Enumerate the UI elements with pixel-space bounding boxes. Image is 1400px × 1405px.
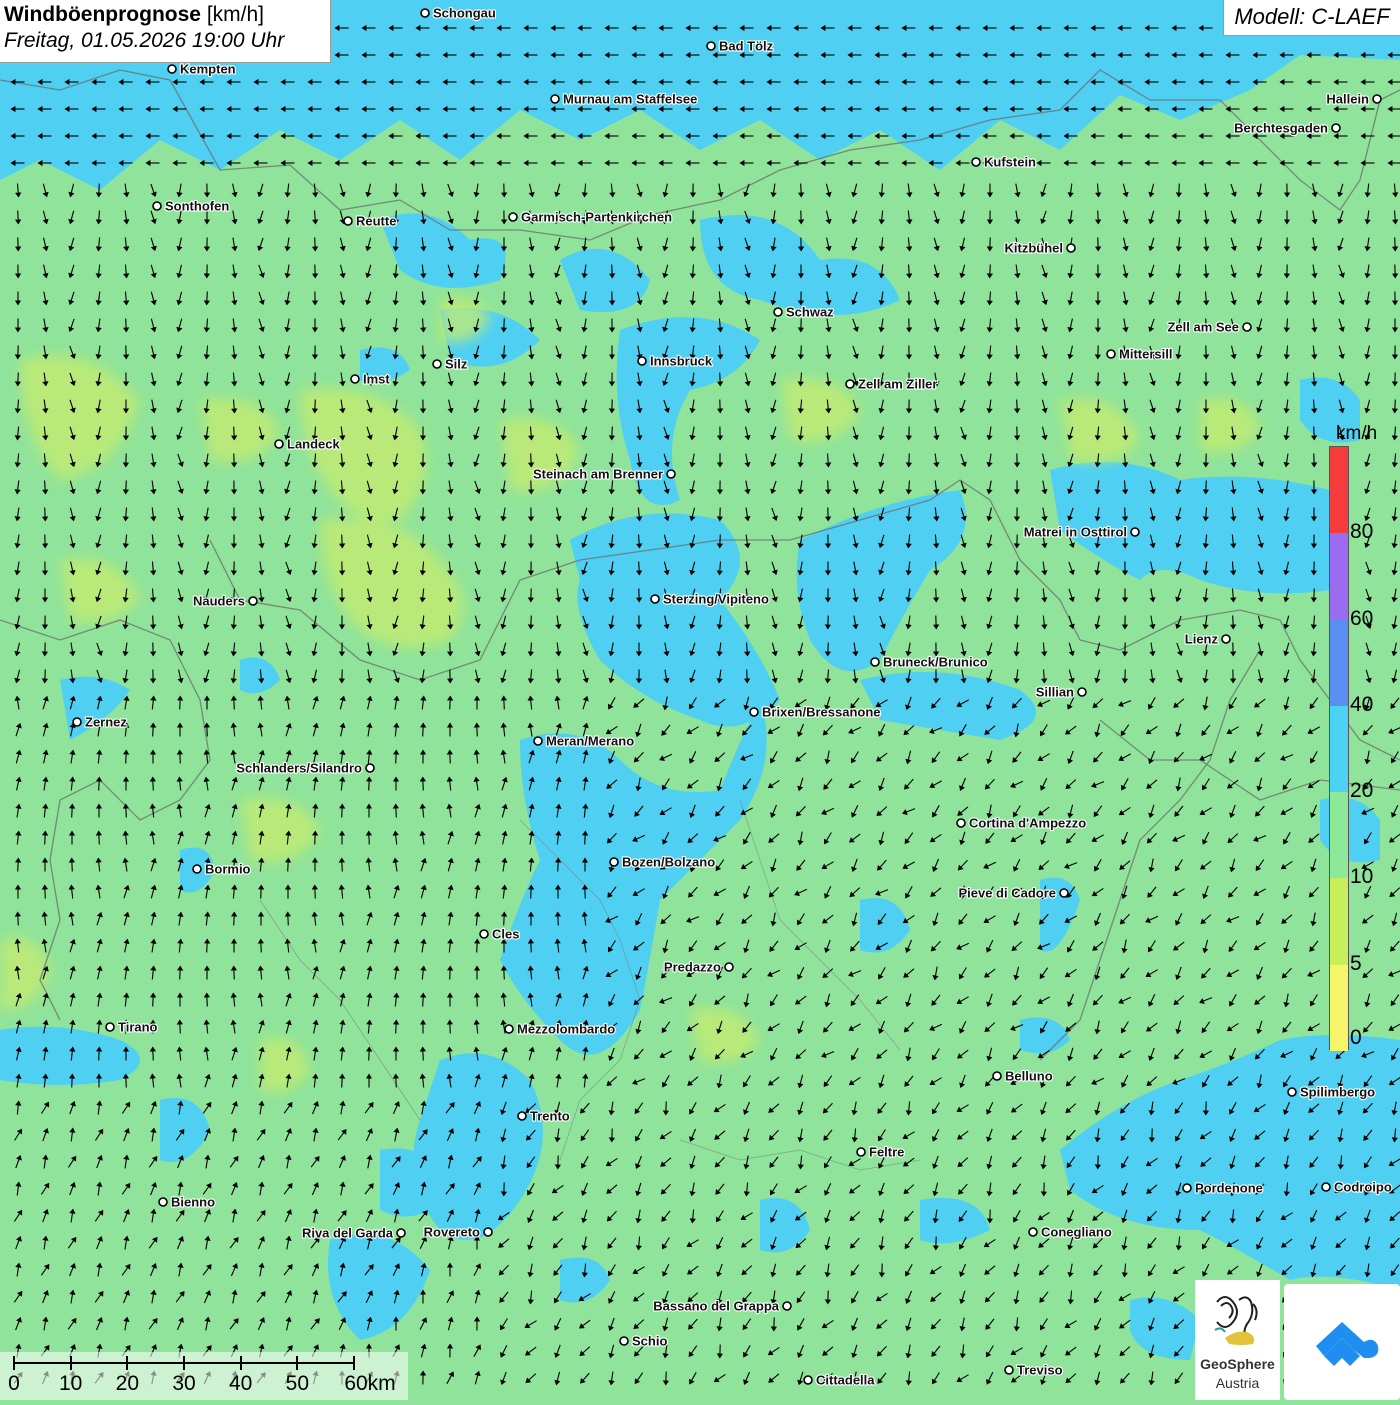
wind-gust-map[interactable]: SchongauBad TölzKemptenMurnau am Staffel… (0, 0, 1400, 1400)
